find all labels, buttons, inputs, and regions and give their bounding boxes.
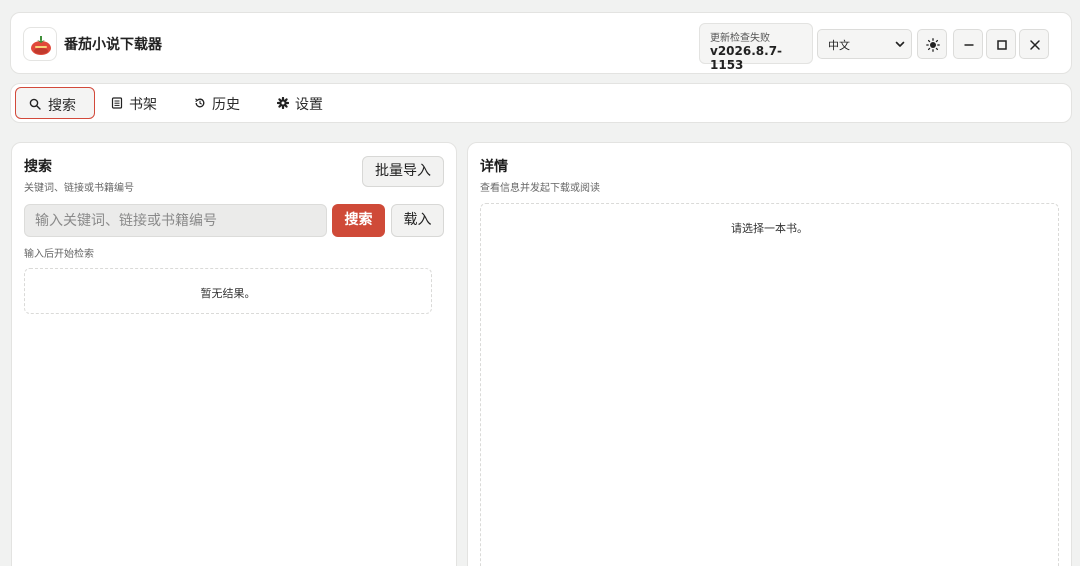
detail-panel-subtitle: 查看信息并发起下载或阅读 [480,183,600,194]
detail-panel: 详情 查看信息并发起下载或阅读 请选择一本书。 [467,142,1072,566]
tab-bar: 搜索 书架 历史 设置 [10,83,1072,123]
version-info: 更新检查失败 v2026.8.7-1153 [699,23,813,72]
title-bar: 番茄小说下载器 更新检查失败 v2026.8.7-1153 中文 [10,12,1072,74]
version-number: v2026.8.7-1153 [710,44,783,72]
search-panel-title: 搜索 [24,159,52,175]
search-icon [29,98,41,110]
search-hint: 输入后开始检索 [24,249,94,260]
empty-detail-message: 请选择一本书。 [731,222,808,235]
gear-icon [277,97,289,109]
chevron-down-icon [895,41,905,47]
search-results: 暂无结果。 [24,268,432,314]
close-icon [1030,40,1040,50]
maximize-icon [997,40,1007,50]
search-panel-subtitle: 关键词、链接或书籍编号 [24,183,134,194]
search-panel: 搜索 关键词、链接或书籍编号 批量导入 搜索 载入 输入后开始检索 暂无结果。 [11,142,457,566]
sun-icon [926,38,940,52]
close-button[interactable] [1019,29,1049,59]
detail-content: 请选择一本书。 [480,203,1059,566]
tab-search-label: 搜索 [48,98,76,114]
theme-toggle-button[interactable] [917,29,947,59]
tab-bookshelf[interactable]: 书架 [111,87,171,119]
search-button[interactable]: 搜索 [332,204,385,237]
tab-history[interactable]: 历史 [194,87,258,119]
minimize-button[interactable] [953,29,983,59]
tab-bookshelf-label: 书架 [129,97,157,113]
batch-import-button[interactable]: 批量导入 [362,156,444,187]
load-button[interactable]: 载入 [391,204,444,237]
minimize-icon [964,44,974,46]
tab-search[interactable]: 搜索 [15,87,95,119]
tab-settings[interactable]: 设置 [277,87,347,119]
search-input[interactable] [24,204,327,237]
empty-results-message: 暂无结果。 [200,287,256,300]
bookshelf-icon [111,97,123,109]
app-title: 番茄小说下载器 [64,37,162,53]
language-value: 中文 [828,39,850,52]
history-icon [195,98,205,108]
tab-settings-label: 设置 [295,97,323,113]
tomato-icon [23,27,57,61]
update-status: 更新检查失败 [710,33,770,44]
language-select[interactable]: 中文 [817,29,912,59]
tab-history-label: 历史 [212,97,240,113]
maximize-button[interactable] [986,29,1016,59]
detail-panel-title: 详情 [480,159,508,175]
